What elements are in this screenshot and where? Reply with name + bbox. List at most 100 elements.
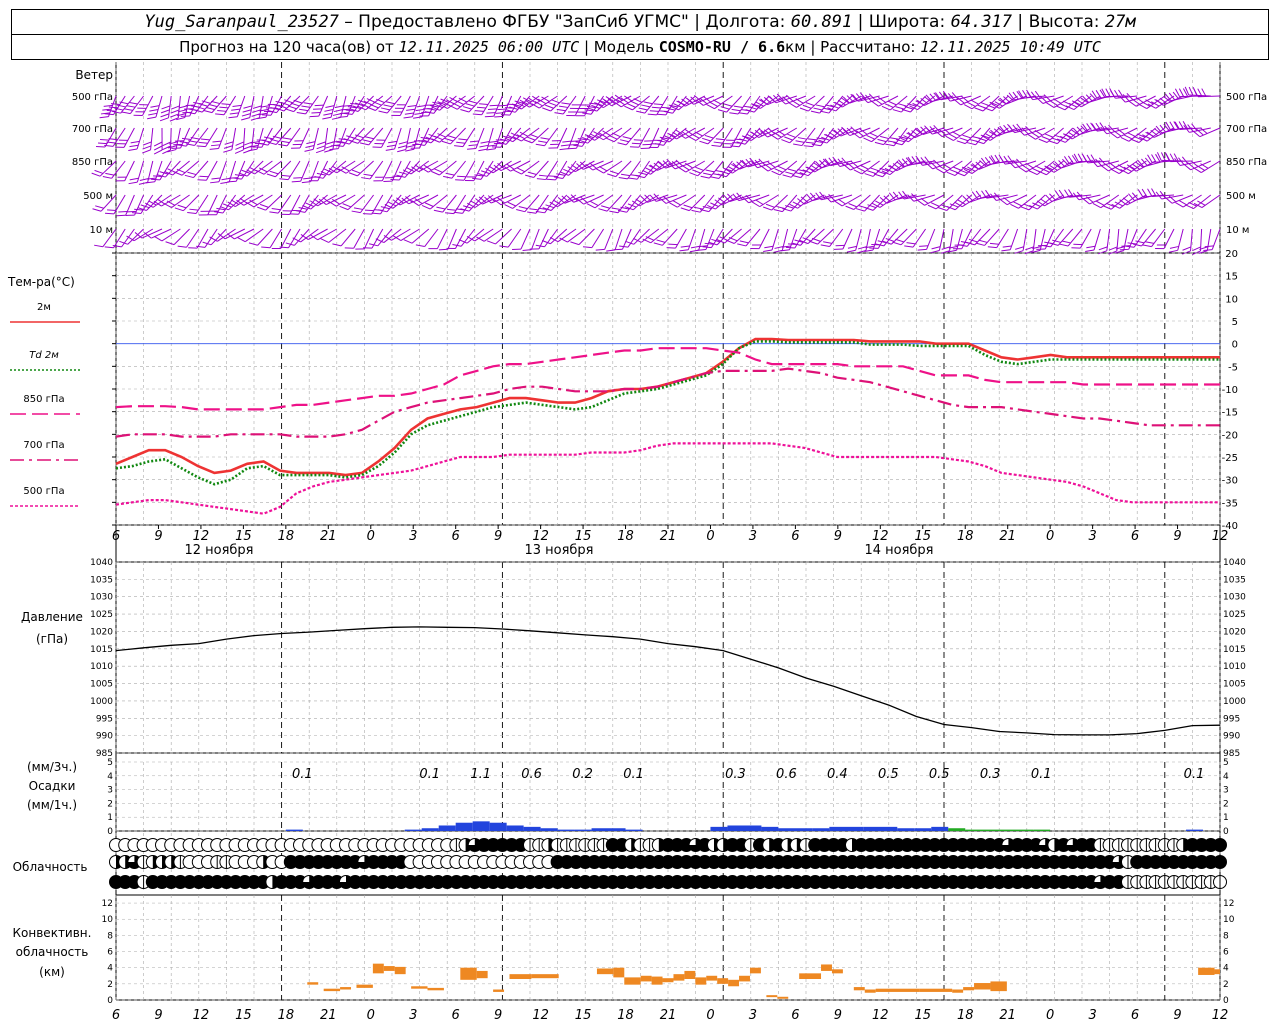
temp-tick-right: 10 (1225, 294, 1238, 305)
conv-bar (864, 989, 876, 993)
conv-tick-right: 12 (1223, 899, 1234, 909)
wind-barb-feather (570, 241, 580, 246)
precip-bar (574, 829, 592, 831)
wind-barb (248, 127, 264, 152)
precip-bar (897, 828, 915, 831)
wind-barb-feather (1151, 154, 1157, 163)
wind-barb-shaft (175, 127, 181, 150)
wind-barb (304, 127, 319, 152)
wind-barb-feather (530, 248, 539, 250)
x-tick-label: 21 (999, 529, 1016, 544)
wind-barb (916, 194, 945, 206)
wind-barb-feather (153, 145, 163, 151)
wind-barb-shaft (236, 95, 246, 117)
wind-barb-feather (1071, 247, 1081, 249)
conv-tick-right: 0 (1223, 996, 1229, 1006)
wind-barb-shaft (1211, 228, 1221, 250)
wind-barb-feather (116, 214, 126, 217)
wind-barb-feather (697, 249, 707, 251)
wind-barb-shaft (1110, 194, 1129, 210)
wind-barb-feather (271, 247, 281, 250)
wind-barb (605, 127, 632, 143)
wind-barb-shaft (544, 127, 559, 147)
wind-barb-feather (803, 145, 813, 148)
wind-barb (700, 194, 724, 213)
wind-barb (833, 157, 862, 168)
precip-value-label: 0.1 (292, 767, 313, 782)
x-tick-label-bottom: 9 (834, 1008, 842, 1023)
precip-bar (591, 828, 626, 831)
wind-barb-shaft (855, 228, 862, 251)
wind-barb (1203, 228, 1221, 252)
wind-barb (504, 194, 531, 209)
wind-barb (285, 95, 310, 113)
wind-barb-feather (403, 116, 413, 119)
wind-barb (706, 95, 733, 110)
wind-barb-feather (454, 145, 464, 148)
wind-barb (159, 95, 172, 122)
wind-barb-feather (931, 246, 941, 250)
wind-barb (1110, 89, 1138, 99)
wind-barb (898, 157, 926, 167)
conv-bar (613, 967, 625, 978)
wind-barb-feather (1098, 246, 1108, 251)
precip-tick-right: 3 (1223, 786, 1229, 796)
wind-barb-feather (1182, 246, 1192, 251)
wind-barb (209, 127, 227, 150)
wind-barb (472, 160, 494, 180)
wind-barb (613, 228, 632, 251)
pressure-tick-left: 1030 (90, 593, 113, 603)
wind-barb (403, 228, 430, 244)
precip-bar (1033, 829, 1051, 831)
precip-axis-unit1h: (мм/1ч.) (27, 798, 77, 812)
wind-barb (595, 160, 623, 174)
x-tick-label: 0 (706, 529, 714, 544)
wind-barb (328, 194, 356, 207)
wind-barb-feather (235, 141, 245, 146)
wind-barb (619, 228, 641, 248)
wind-barb-feather (355, 248, 365, 250)
wind-barb-shaft (531, 228, 540, 250)
wind-barb (946, 160, 972, 177)
wind-barb-feather (325, 141, 335, 145)
conv-axis-label-2: облачность (16, 945, 89, 959)
conv-tick-right: 10 (1223, 915, 1235, 925)
wind-barb-feather (383, 180, 393, 183)
wind-barb-feather (165, 241, 175, 246)
wind-barb-shaft (399, 95, 411, 116)
wind-barb (657, 95, 678, 116)
wind-barb-shaft (574, 95, 586, 116)
conv-bar (853, 987, 865, 991)
conv-bar (411, 986, 428, 989)
wind-barb (516, 194, 540, 213)
cloud-symbol (1213, 838, 1227, 852)
wind-barb-shaft (328, 228, 347, 243)
wind-barb-feather (160, 113, 170, 118)
precip-tick-right: 0 (1223, 827, 1229, 837)
precip-bar (404, 829, 422, 831)
precip-tick-left: 2 (107, 799, 113, 809)
wind-barb-feather (138, 181, 148, 185)
pressure-tick-right: 1040 (1223, 558, 1246, 568)
pressure-tick-left: 1010 (90, 662, 113, 672)
wind-barb (128, 160, 145, 185)
wind-barb-shaft (430, 127, 448, 144)
wind-barb (309, 95, 329, 118)
wind-barb-shaft (512, 194, 531, 209)
conv-bar (651, 976, 663, 985)
pressure-tick-left: 1005 (90, 680, 113, 690)
wind-barb-feather (857, 246, 867, 250)
wind-barb (1041, 228, 1065, 248)
wind-barb (202, 228, 227, 246)
conv-tick-right: 8 (1223, 931, 1229, 941)
wind-barb (738, 95, 761, 115)
wind-barb (291, 160, 310, 183)
wind-barb (586, 194, 614, 209)
pressure-tick-right: 1015 (1223, 645, 1246, 655)
wind-barb (760, 160, 788, 172)
wind-barb (369, 228, 393, 247)
wind-barb (940, 228, 954, 254)
wind-barb (1119, 228, 1138, 251)
wind-barb (285, 228, 310, 246)
wind-barb (799, 95, 825, 112)
